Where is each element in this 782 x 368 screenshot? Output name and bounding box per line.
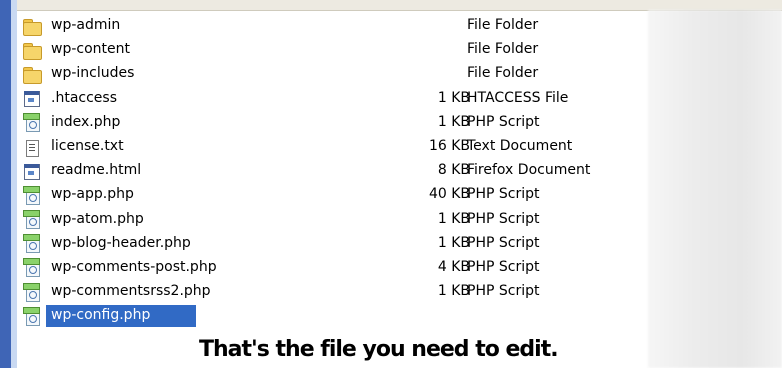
file-name: wp-includes xyxy=(51,65,135,82)
file-name: wp-config.php xyxy=(51,307,151,324)
file-row[interactable]: wp-config.php xyxy=(20,304,648,328)
left-pane-edge xyxy=(0,0,11,368)
file-name: wp-commentsrss2.php xyxy=(51,283,211,300)
file-row[interactable]: wp-app.php 40 KB PHP Script xyxy=(20,183,648,207)
file-type: File Folder xyxy=(467,17,539,33)
file-type: PHP Script xyxy=(467,210,540,227)
file-size: 8 KB xyxy=(437,162,470,179)
file-row[interactable]: wp-commentsrss2.php 1 KB PHP Script xyxy=(20,280,648,304)
file-type: PHP Script xyxy=(467,186,540,203)
web-icon xyxy=(22,89,41,108)
file-name: wp-comments-post.php xyxy=(51,258,217,275)
file-type: Firefox Document xyxy=(467,162,591,179)
file-name: license.txt xyxy=(51,137,124,154)
file-size: 40 KB xyxy=(428,186,470,203)
php-icon xyxy=(22,306,41,326)
file-row[interactable]: license.txt 16 KB Text Document xyxy=(20,135,648,159)
file-name: readme.html xyxy=(51,162,142,179)
file-type: PHP Script xyxy=(467,283,540,300)
file-size: 4 KB xyxy=(437,258,470,275)
file-size: 1 KB xyxy=(437,210,470,227)
php-icon xyxy=(22,234,41,254)
file-size: 1 KB xyxy=(437,113,470,130)
php-icon xyxy=(22,282,41,302)
php-icon xyxy=(22,258,41,278)
file-name: wp-admin xyxy=(51,17,121,33)
file-row[interactable]: readme.html 8 KB Firefox Document xyxy=(20,159,648,183)
file-row[interactable]: wp-content File Folder xyxy=(20,38,648,62)
folder-icon xyxy=(22,65,42,84)
blurred-date-column xyxy=(648,10,782,368)
subtitle-caption: That's the file you need to edit. xyxy=(199,337,559,362)
file-row[interactable]: index.php 1 KB PHP Script xyxy=(20,111,648,135)
file-name: wp-atom.php xyxy=(51,210,144,227)
file-row[interactable]: wp-includes File Folder xyxy=(20,62,648,86)
file-row[interactable]: wp-atom.php 1 KB PHP Script xyxy=(20,208,648,232)
file-row[interactable]: .htaccess 1 KB HTACCESS File xyxy=(20,87,648,111)
file-type: HTACCESS File xyxy=(467,89,569,106)
file-row[interactable]: wp-admin File Folder xyxy=(20,14,648,38)
file-row[interactable]: wp-blog-header.php 1 KB PHP Script xyxy=(20,232,648,256)
file-name: wp-app.php xyxy=(51,186,134,203)
file-type: PHP Script xyxy=(467,113,540,130)
php-icon xyxy=(22,113,41,133)
file-type: File Folder xyxy=(467,65,539,82)
file-name: .htaccess xyxy=(51,89,117,106)
file-list: wp-admin File Folder wp-content File Folder… xyxy=(20,14,648,328)
txt-icon xyxy=(22,138,41,157)
file-size: 16 KB xyxy=(428,137,470,154)
php-icon xyxy=(22,210,41,230)
file-row[interactable]: wp-comments-post.php 4 KB PHP Script xyxy=(20,256,648,280)
file-type: Text Document xyxy=(467,137,573,154)
folder-icon xyxy=(22,17,42,36)
file-type: PHP Script xyxy=(467,234,540,251)
file-name: index.php xyxy=(51,113,121,130)
web-icon xyxy=(22,162,41,181)
file-type: PHP Script xyxy=(467,258,540,275)
file-size: 1 KB xyxy=(437,283,470,300)
php-icon xyxy=(22,185,41,205)
file-explorer-window: wp-admin File Folder wp-content File Folder… xyxy=(0,0,782,368)
file-name: wp-blog-header.php xyxy=(51,234,191,251)
file-size: 1 KB xyxy=(437,234,470,251)
file-name: wp-content xyxy=(51,41,130,58)
left-pane-highlight xyxy=(11,0,17,368)
folder-icon xyxy=(22,41,42,60)
file-type: File Folder xyxy=(467,41,539,58)
file-size: 1 KB xyxy=(437,89,470,106)
